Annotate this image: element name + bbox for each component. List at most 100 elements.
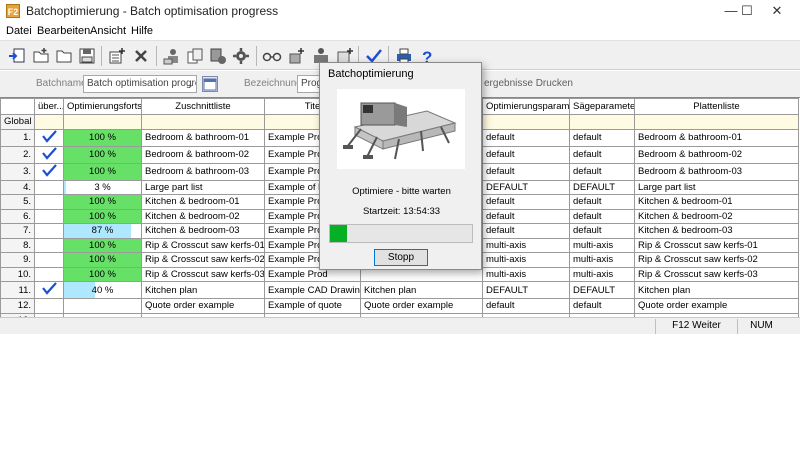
plattenliste-cell[interactable]: Bedroom & bathroom-01 bbox=[634, 128, 799, 147]
progress-cell[interactable]: 87 % bbox=[63, 223, 142, 239]
plattenliste-cell[interactable]: Large part list bbox=[634, 179, 799, 195]
checked-cell[interactable] bbox=[34, 252, 64, 268]
saegeparameter-cell[interactable]: default bbox=[569, 128, 635, 147]
global-cell[interactable] bbox=[634, 114, 799, 130]
settings-grid-icon[interactable] bbox=[207, 45, 229, 67]
progress-cell[interactable]: 100 % bbox=[63, 237, 142, 253]
import-icon[interactable] bbox=[6, 45, 28, 67]
open-folder-icon[interactable] bbox=[53, 45, 75, 67]
saegeparameter-cell[interactable]: DEFAULT bbox=[569, 179, 635, 195]
checked-cell[interactable] bbox=[34, 223, 64, 239]
menu-hilfe[interactable]: Hilfe bbox=[131, 25, 153, 37]
glasses-icon[interactable] bbox=[261, 45, 283, 67]
bezeichnung-input[interactable]: Progr bbox=[297, 75, 321, 93]
optimierungsparameter-cell[interactable]: default bbox=[482, 223, 570, 239]
checked-cell[interactable] bbox=[34, 145, 64, 164]
progress-cell[interactable]: 100 % bbox=[63, 162, 142, 181]
settings-gear-icon[interactable] bbox=[230, 45, 252, 67]
plattenliste-cell[interactable]: Kitchen & bedroom-01 bbox=[634, 194, 799, 210]
plattenliste-cell[interactable]: Bedroom & bathroom-03 bbox=[634, 162, 799, 181]
header-ueber[interactable]: über... bbox=[34, 98, 64, 115]
batchname-input[interactable]: Batch optimisation progress bbox=[83, 75, 197, 93]
header-optimierungsparameter[interactable]: Optimierungsparameter bbox=[482, 98, 570, 115]
global-cell[interactable] bbox=[34, 114, 64, 130]
checked-cell[interactable] bbox=[34, 298, 64, 314]
zuschnittliste-cell[interactable]: Kitchen & bedroom-02 bbox=[141, 208, 265, 224]
saegeparameter-cell[interactable]: default bbox=[569, 194, 635, 210]
optimierungsparameter-cell[interactable]: default bbox=[482, 145, 570, 164]
progress-cell[interactable]: 3 % bbox=[63, 179, 142, 195]
optimierungsparameter-cell[interactable]: DEFAULT bbox=[482, 281, 570, 299]
saegeparameter-cell[interactable]: default bbox=[569, 162, 635, 181]
progress-cell[interactable] bbox=[63, 298, 142, 314]
hidden-column-cell[interactable]: Kitchen plan bbox=[360, 281, 483, 299]
checked-cell[interactable] bbox=[34, 128, 64, 147]
optimierungsparameter-cell[interactable]: default bbox=[482, 298, 570, 314]
optimierungsparameter-cell[interactable]: default bbox=[482, 194, 570, 210]
table-row[interactable]: 12. Quote order example Example of quote Qu… bbox=[0, 298, 799, 314]
plattenliste-cell[interactable]: Kitchen & bedroom-03 bbox=[634, 223, 799, 239]
plattenliste-cell[interactable]: Quote order example bbox=[634, 298, 799, 314]
zuschnittliste-cell[interactable]: Bedroom & bathroom-01 bbox=[141, 128, 265, 147]
progress-cell[interactable]: 100 % bbox=[63, 145, 142, 164]
plattenliste-cell[interactable]: Kitchen plan bbox=[634, 281, 799, 299]
progress-cell[interactable]: 40 % bbox=[63, 281, 142, 299]
header-zuschnittliste[interactable]: Zuschnittliste bbox=[141, 98, 265, 115]
plattenliste-cell[interactable]: Kitchen & bedroom-02 bbox=[634, 208, 799, 224]
checked-cell[interactable] bbox=[34, 179, 64, 195]
saegeparameter-cell[interactable]: default bbox=[569, 145, 635, 164]
plattenliste-cell[interactable]: Bedroom & bathroom-02 bbox=[634, 145, 799, 164]
checked-cell[interactable] bbox=[34, 162, 64, 181]
hidden-column-cell[interactable]: Quote order example bbox=[360, 298, 483, 314]
global-cell[interactable] bbox=[63, 114, 142, 130]
calendar-icon[interactable] bbox=[202, 76, 218, 92]
checked-cell[interactable] bbox=[34, 281, 64, 299]
plattenliste-cell[interactable]: Rip & Crosscut saw kerfs-02 bbox=[634, 252, 799, 268]
checked-cell[interactable] bbox=[34, 208, 64, 224]
stop-button[interactable]: Stopp bbox=[374, 249, 428, 266]
print-results-label[interactable]: ergebnisse Drucken bbox=[484, 78, 573, 89]
user-edit-icon[interactable] bbox=[161, 45, 183, 67]
saegeparameter-cell[interactable]: default bbox=[569, 298, 635, 314]
checked-cell[interactable] bbox=[34, 237, 64, 253]
plattenliste-cell[interactable]: Rip & Crosscut saw kerfs-01 bbox=[634, 237, 799, 253]
menu-bearbeiten[interactable]: Bearbeiten bbox=[37, 25, 90, 37]
optimierungsparameter-cell[interactable]: multi-axis bbox=[482, 237, 570, 253]
titel-cell[interactable]: Example of quote bbox=[264, 298, 361, 314]
progress-cell[interactable]: 100 % bbox=[63, 128, 142, 147]
plattenliste-cell[interactable]: Rip & Crosscut saw kerfs-03 bbox=[634, 266, 799, 282]
saegeparameter-cell[interactable]: default bbox=[569, 223, 635, 239]
progress-cell[interactable]: 100 % bbox=[63, 266, 142, 282]
progress-cell[interactable]: 100 % bbox=[63, 208, 142, 224]
zuschnittliste-cell[interactable]: Kitchen plan bbox=[141, 281, 265, 299]
optimierungsparameter-cell[interactable]: DEFAULT bbox=[482, 179, 570, 195]
titel-cell[interactable]: Example CAD Drawing bbox=[264, 281, 361, 299]
progress-cell[interactable]: 100 % bbox=[63, 252, 142, 268]
header-saegeparameter[interactable]: Sägeparameter bbox=[569, 98, 635, 115]
zuschnittliste-cell[interactable]: Rip & Crosscut saw kerfs-03 bbox=[141, 266, 265, 282]
saegeparameter-cell[interactable]: multi-axis bbox=[569, 237, 635, 253]
menu-datei[interactable]: Datei bbox=[6, 25, 32, 37]
table-row[interactable]: 11. 40 % Kitchen plan Example CAD Drawing Ki… bbox=[0, 281, 799, 299]
optimierungsparameter-cell[interactable]: multi-axis bbox=[482, 266, 570, 282]
zuschnittliste-cell[interactable]: Kitchen & bedroom-01 bbox=[141, 194, 265, 210]
saegeparameter-cell[interactable]: DEFAULT bbox=[569, 281, 635, 299]
global-cell[interactable] bbox=[482, 114, 570, 130]
copy-icon[interactable] bbox=[184, 45, 206, 67]
optimierungsparameter-cell[interactable]: default bbox=[482, 128, 570, 147]
zuschnittliste-cell[interactable]: Bedroom & bathroom-02 bbox=[141, 145, 265, 164]
add-list-icon[interactable] bbox=[106, 45, 128, 67]
checked-cell[interactable] bbox=[34, 266, 64, 282]
zuschnittliste-cell[interactable]: Bedroom & bathroom-03 bbox=[141, 162, 265, 181]
new-folder-icon[interactable] bbox=[30, 45, 52, 67]
zuschnittliste-cell[interactable]: Rip & Crosscut saw kerfs-01 bbox=[141, 237, 265, 253]
checked-cell[interactable] bbox=[34, 194, 64, 210]
global-cell[interactable] bbox=[569, 114, 635, 130]
zuschnittliste-cell[interactable]: Kitchen & bedroom-03 bbox=[141, 223, 265, 239]
save-icon[interactable] bbox=[76, 45, 98, 67]
global-cell[interactable] bbox=[141, 114, 265, 130]
optimierungsparameter-cell[interactable]: default bbox=[482, 162, 570, 181]
delete-icon[interactable] bbox=[130, 45, 152, 67]
chevron-down-icon[interactable]: ⌄ bbox=[184, 76, 197, 92]
saegeparameter-cell[interactable]: multi-axis bbox=[569, 266, 635, 282]
